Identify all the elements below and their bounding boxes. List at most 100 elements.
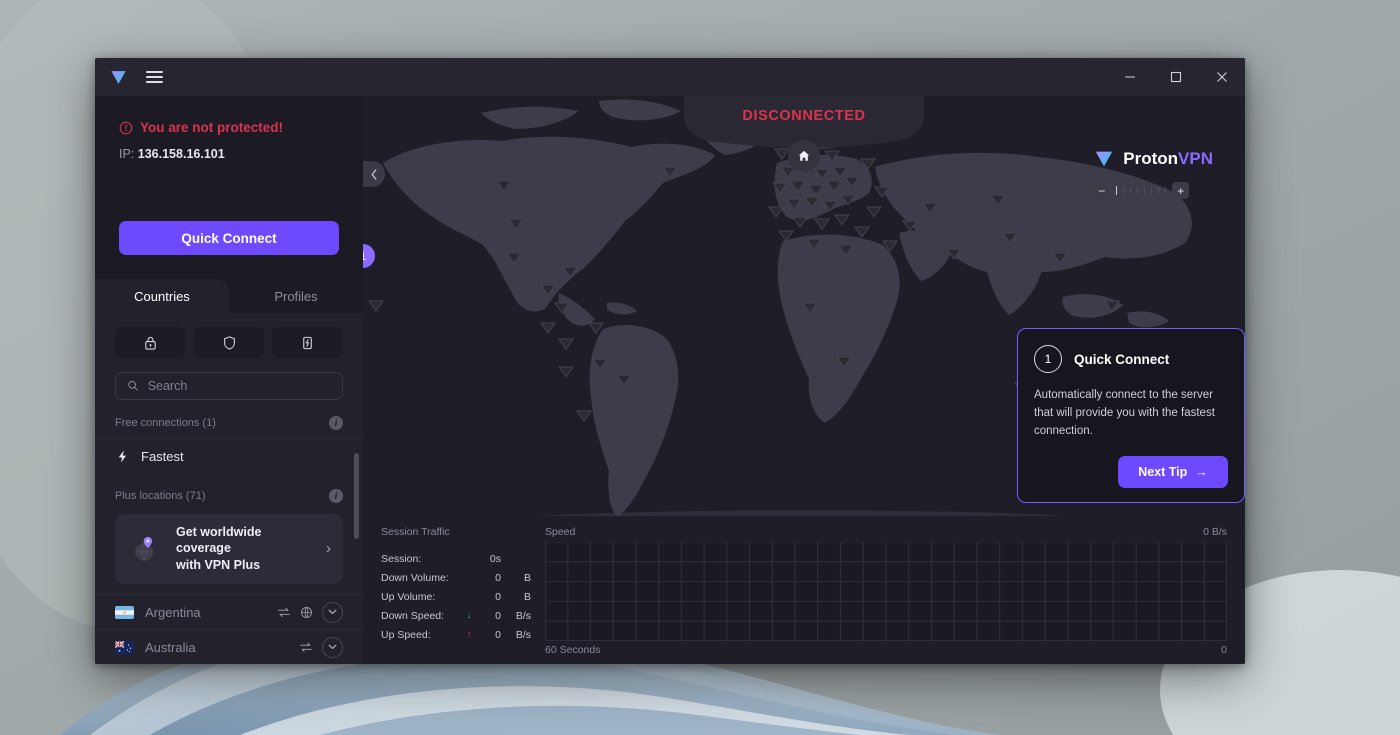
stat-unit-down-speed: B/s xyxy=(515,609,531,622)
sidebar: You are not protected! IP: 136.158.16.10… xyxy=(95,96,363,664)
group-title-plus: Plus locations (71) xyxy=(115,490,206,503)
chart-current-speed: 0 B/s xyxy=(1203,526,1227,538)
chart-grid xyxy=(545,542,1227,641)
home-button[interactable] xyxy=(788,140,820,172)
main-panel: 1 DISCONNECTED xyxy=(363,96,1245,664)
shield-icon xyxy=(223,335,235,350)
country-row-argentina[interactable]: Argentina xyxy=(95,594,363,629)
stat-label-session: Session: xyxy=(381,552,422,565)
country-list-panel: Free connections (1) i Fastest Plus loca… xyxy=(95,313,363,664)
next-tip-label: Next Tip xyxy=(1138,465,1188,480)
p2p-filter-button[interactable] xyxy=(193,327,265,358)
group-title-free: Free connections (1) xyxy=(115,417,216,430)
stat-unit-down-volume: B xyxy=(523,571,531,584)
expand-australia-button[interactable] xyxy=(322,636,343,658)
map-zoom-control: − + xyxy=(1093,182,1213,199)
stat-label-down-volume: Down Volume: xyxy=(381,571,449,584)
bolt-icon xyxy=(118,450,127,463)
stat-label-up-volume: Up Volume: xyxy=(381,590,436,603)
quick-connect-button[interactable]: Quick Connect xyxy=(119,221,339,255)
country-row-australia[interactable]: Australia xyxy=(95,629,363,664)
close-button[interactable] xyxy=(1199,58,1245,96)
brand-name-proton: Proton xyxy=(1123,149,1179,168)
ip-address-line: IP: 136.158.16.101 xyxy=(119,147,339,161)
vpn-plus-promo-card[interactable]: Get worldwide coverage with VPN Plus › xyxy=(115,513,343,585)
fastest-label: Fastest xyxy=(141,448,184,464)
zoom-out-button[interactable]: − xyxy=(1093,182,1111,199)
tab-profiles[interactable]: Profiles xyxy=(229,279,363,313)
expand-argentina-button[interactable] xyxy=(322,601,343,623)
country-name-australia: Australia xyxy=(145,639,196,655)
arrow-right-icon: → xyxy=(1195,465,1208,480)
chevron-down-icon xyxy=(328,609,337,615)
search-input[interactable] xyxy=(147,378,331,393)
down-arrow-icon: ↓ xyxy=(466,610,472,621)
list-scrollbar-thumb[interactable] xyxy=(354,453,359,539)
chart-top-labels: Speed 0 B/s xyxy=(545,526,1227,538)
status-warning-text: You are not protected! xyxy=(140,120,284,135)
tor-filter-button[interactable] xyxy=(272,327,344,358)
home-icon xyxy=(798,150,810,161)
globe-icon[interactable] xyxy=(300,606,313,619)
search-box[interactable] xyxy=(115,372,343,400)
swap-icon[interactable] xyxy=(277,606,291,619)
list-item-fastest[interactable]: Fastest xyxy=(95,438,363,473)
chevron-left-icon xyxy=(371,168,377,180)
sidebar-tabs: Countries Profiles xyxy=(95,279,363,313)
world-map[interactable]: 1 DISCONNECTED xyxy=(363,96,1245,516)
lock-icon xyxy=(145,336,156,350)
maximize-button[interactable] xyxy=(1153,58,1199,96)
chart-x-label: 60 Seconds xyxy=(545,644,601,656)
connection-status-block: You are not protected! IP: 136.158.16.10… xyxy=(95,96,363,161)
promo-line-1: Get worldwide coverage xyxy=(176,524,262,556)
next-tip-button[interactable]: Next Tip → xyxy=(1118,456,1228,489)
chart-grid-svg xyxy=(545,542,1227,641)
stat-label-up-speed: Up Speed: xyxy=(381,628,431,641)
promo-chevron-icon: › xyxy=(326,540,331,558)
tab-countries[interactable]: Countries xyxy=(95,279,229,313)
tip-step-number: 1 xyxy=(1034,345,1062,373)
stat-row-down-volume: Down Volume: 0 B xyxy=(381,568,531,587)
search-icon xyxy=(128,381,138,391)
country-name-argentina: Argentina xyxy=(145,604,201,620)
protonvpn-window: You are not protected! IP: 136.158.16.10… xyxy=(95,58,1245,664)
up-arrow-icon: ↑ xyxy=(466,629,472,640)
stat-value-down-speed: 0 xyxy=(495,609,501,622)
swap-icon[interactable] xyxy=(299,641,313,654)
onboarding-tip-card: 1 Quick Connect Automatically connect to… xyxy=(1017,328,1245,504)
flag-argentina xyxy=(115,605,134,619)
stat-unit-up-volume: B xyxy=(523,590,531,603)
globe-pin-icon xyxy=(135,536,154,561)
chevron-down-icon xyxy=(328,644,337,650)
zoom-in-button[interactable]: + xyxy=(1172,182,1190,199)
title-bar xyxy=(95,58,1245,96)
country-icons-argentina xyxy=(277,601,343,623)
free-connections-info-icon[interactable]: i xyxy=(329,416,343,431)
speed-chart: Speed 0 B/s 60 Seconds 0 xyxy=(545,526,1227,656)
tip-body-text: Automatically connect to the server that… xyxy=(1034,389,1215,437)
stats-area: Session Traffic Session: 0s Down Volume:… xyxy=(363,516,1245,664)
session-traffic-panel: Session Traffic Session: 0s Down Volume:… xyxy=(381,526,531,656)
hamburger-menu-icon[interactable] xyxy=(146,70,163,84)
secure-core-filter-button[interactable] xyxy=(115,327,186,358)
brand-block: ProtonVPN − + xyxy=(1093,148,1213,199)
proton-logo-icon xyxy=(1096,151,1113,167)
plus-locations-info-icon[interactable]: i xyxy=(329,489,343,504)
brand-name-vpn: VPN xyxy=(1178,149,1213,168)
stat-row-up-speed: Up Speed: ↑ 0 B/s xyxy=(381,625,531,644)
proton-logo-icon xyxy=(111,70,126,84)
brand-name: ProtonVPN xyxy=(1123,149,1213,169)
zoom-slider[interactable] xyxy=(1116,186,1167,195)
tip-header: 1 Quick Connect xyxy=(1034,345,1228,373)
tip-title: Quick Connect xyxy=(1074,351,1170,367)
minimize-button[interactable] xyxy=(1107,58,1153,96)
stat-row-up-volume: Up Volume: 0 B xyxy=(381,587,531,606)
flag-australia xyxy=(115,640,134,654)
stat-value-down-volume: 0 xyxy=(495,571,501,584)
chart-bottom-labels: 60 Seconds 0 xyxy=(545,644,1227,656)
group-header-free: Free connections (1) i xyxy=(95,408,363,438)
promo-line-2: with VPN Plus xyxy=(176,558,261,573)
stat-unit-up-speed: B/s xyxy=(515,628,531,641)
country-icons-australia xyxy=(299,636,343,658)
tor-icon xyxy=(303,336,312,349)
